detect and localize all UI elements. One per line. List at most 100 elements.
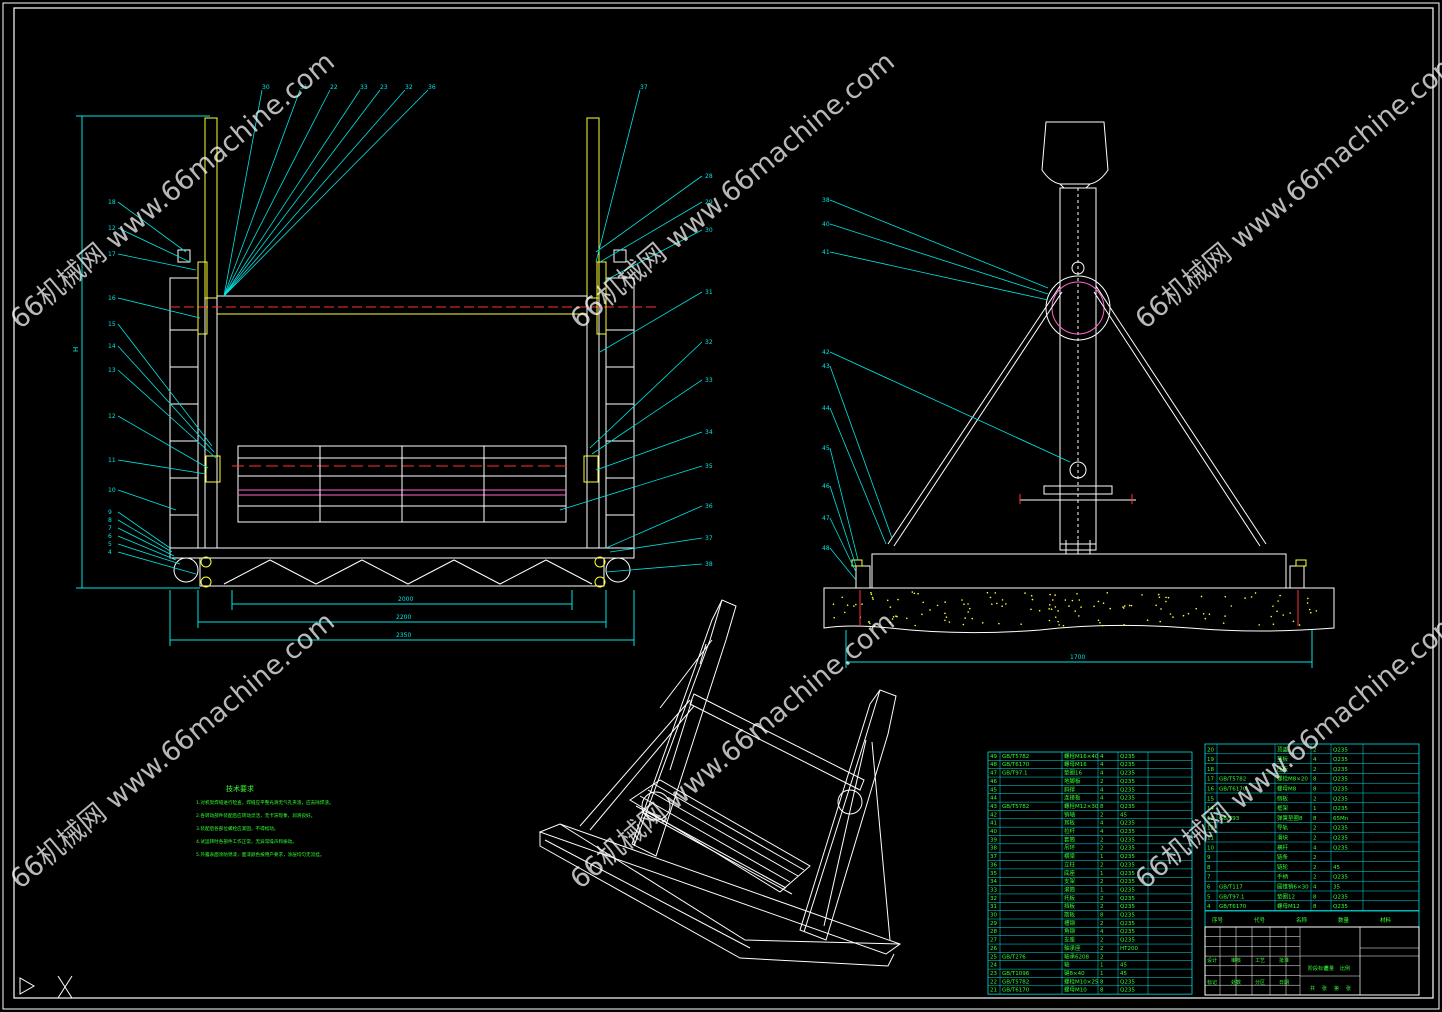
- bom-cell: Q235: [1333, 875, 1348, 881]
- bom-cell: 2: [1313, 836, 1317, 842]
- balloon-left-13: 6: [108, 533, 112, 540]
- bom-cell: GB/T6170: [1219, 904, 1247, 910]
- left-bearing: [205, 455, 221, 483]
- front-view: H 2000 2200 2350 30 31 22 33 23 32 36 371812171…: [72, 84, 713, 646]
- bom-cell: 49: [990, 754, 997, 760]
- bom-cell: GB/T117: [1219, 885, 1243, 891]
- bom-cell: Q235: [1333, 806, 1348, 812]
- balloon-side-43: 43: [822, 363, 830, 370]
- bom-cell: 39: [990, 837, 997, 843]
- bom-cell: 10: [1207, 845, 1214, 851]
- bom-cell: 角钢: [1064, 927, 1076, 935]
- bom-cell: 4: [1100, 787, 1104, 793]
- bom-cell: 5: [1207, 894, 1211, 900]
- bom-cell: 6: [1207, 885, 1211, 891]
- bom-cell: 8: [1100, 988, 1104, 994]
- bom-cell: 筋板: [1064, 911, 1076, 919]
- bom-cell: 38: [990, 846, 997, 852]
- balloon-right-28: 28: [705, 173, 713, 180]
- bom-cell: 32: [990, 896, 997, 902]
- bom-cell: 托板: [1064, 894, 1076, 902]
- bom-cell: 支座: [1064, 936, 1076, 944]
- right-bearing: [583, 455, 599, 483]
- balloon-top-22: 22: [330, 84, 338, 91]
- bom-cell: 46: [990, 779, 997, 785]
- balloon-top-33: 33: [360, 84, 368, 91]
- bom-cell: 8: [1313, 894, 1317, 900]
- title-block-label: 工艺: [1255, 958, 1265, 964]
- bom-cell: 2: [1100, 946, 1104, 952]
- balloon-left-9: 10: [108, 487, 116, 494]
- bom-cell: 螺母M10: [1064, 986, 1087, 994]
- bom-cell: 8: [1207, 865, 1211, 871]
- title-block-right-label: 重量: [1324, 965, 1334, 972]
- balloon-side-42: 42: [822, 349, 830, 356]
- bom-right-table: 20 顶盖 2 Q23519 垫板 4 Q23518 压板 2 Q23517 GB/T5782 螺栓M…: [1204, 743, 1420, 912]
- bom-cell: Q235: [1120, 988, 1135, 994]
- title-block-label: 分区: [1255, 979, 1265, 986]
- balloon-left-14: 5: [108, 541, 112, 548]
- balloon-left-10: 9: [108, 509, 112, 516]
- title-block-label: 设计: [1207, 957, 1217, 964]
- balloon-left-3: 16: [108, 295, 116, 302]
- left-column: [169, 277, 199, 549]
- bom-cell: Q235: [1120, 854, 1135, 860]
- bom-cell: 18: [1207, 767, 1214, 773]
- bom-cell: 拉杆: [1064, 827, 1076, 835]
- bom-cell: Q235: [1333, 747, 1348, 753]
- bell-top: [1041, 121, 1109, 185]
- bom-cell: 37: [990, 854, 997, 860]
- bom-cell: Q235: [1120, 804, 1135, 810]
- bom-cell: GB/T97.1: [1002, 771, 1028, 777]
- bom-cell: 2: [1100, 779, 1104, 785]
- bom-cell: 轴: [1064, 961, 1070, 969]
- bom-cell: 33: [990, 887, 997, 893]
- bom-cell: Q235: [1120, 887, 1135, 893]
- iso-right-upright: [799, 689, 897, 941]
- bom-cell: 横梁: [1064, 852, 1076, 860]
- balloon-side-38: 38: [822, 197, 830, 204]
- bom-cell: 2: [1100, 862, 1104, 868]
- bom-cell: 25: [990, 954, 997, 960]
- bom-cell: 30: [990, 913, 997, 919]
- base-truss: [199, 557, 605, 587]
- bom-cell: 8: [1313, 777, 1317, 783]
- bom-cell: GB/T97.1: [1219, 894, 1245, 900]
- bom-cell: 螺栓M10×25: [1064, 977, 1099, 985]
- bom-cell: 27: [990, 938, 997, 944]
- bom-cell: 1: [1100, 854, 1104, 860]
- balloon-side-47: 47: [822, 515, 830, 522]
- technical-notes: 技术要求 1.对机架焊缝进行检查，焊缝应平整光滑无气孔夹渣，应去除焊渣。 2.各…: [196, 784, 334, 858]
- bom-cell: 29: [990, 921, 997, 927]
- bom-header-cell: 数量: [1338, 916, 1350, 924]
- bom-cell: 2: [1100, 938, 1104, 944]
- bom-cell: Q235: [1120, 821, 1135, 827]
- bom-cell: Q235: [1120, 913, 1135, 919]
- bom-cell: 弹簧垫圈8: [1277, 814, 1303, 822]
- bom-cell: Q235: [1333, 796, 1348, 802]
- bom-cell: Q235: [1120, 754, 1135, 760]
- bom-cell: Q235: [1120, 762, 1135, 768]
- bom-cell: 45: [1333, 865, 1340, 871]
- bom-cell: 65Mn: [1333, 816, 1349, 822]
- bom-cell: 16: [1207, 787, 1214, 793]
- tech-note-2: 2.各转动部件装配后应转动灵活，无卡滞现象，润滑良好。: [196, 812, 315, 819]
- bom-cell: 41: [990, 821, 997, 827]
- bom-cell: GB/T6170: [1002, 762, 1030, 768]
- watermark-text: 66机械网 www.66machine.com: [565, 606, 901, 895]
- bom-cell: Q235: [1333, 836, 1348, 842]
- bom-cell: 吊环: [1064, 845, 1076, 852]
- bom-cell: 4: [1100, 796, 1104, 802]
- title-block-right-label: 比例: [1340, 965, 1350, 972]
- bom-cell: 链轮: [1277, 863, 1289, 871]
- bom-cell: Q235: [1120, 929, 1135, 935]
- bom-cell: 1: [1100, 871, 1104, 877]
- balloon-right-34: 34: [705, 429, 713, 436]
- bom-cell: Q235: [1333, 894, 1348, 900]
- sheet-label: 第: [1334, 985, 1339, 992]
- bom-cell: 42: [990, 812, 997, 818]
- bom-cell: 35: [1333, 885, 1340, 891]
- bom-cell: 斜撑: [1064, 785, 1076, 793]
- bom-cell: 2: [1100, 846, 1104, 852]
- bom-header-cell: 名称: [1296, 916, 1308, 924]
